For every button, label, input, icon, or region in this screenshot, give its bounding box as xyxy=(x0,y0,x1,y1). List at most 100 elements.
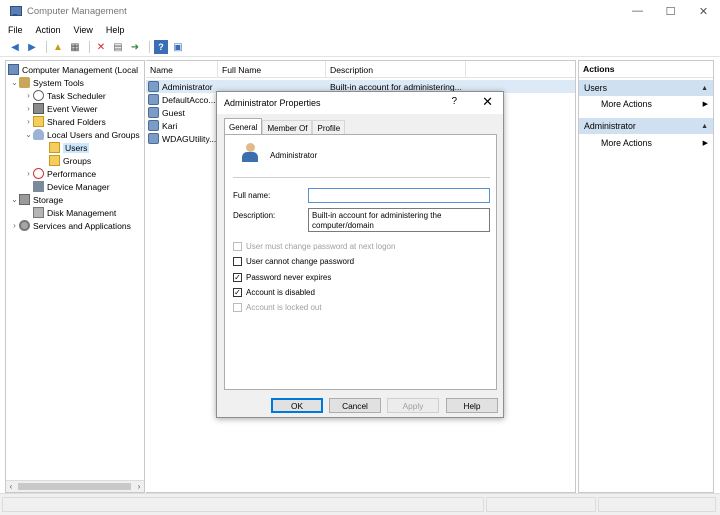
shared-folder-icon xyxy=(33,116,44,127)
tree-item-performance[interactable]: › Performance xyxy=(24,167,96,180)
column-header-description[interactable]: Description xyxy=(326,61,466,78)
dialog-help-button[interactable]: ? xyxy=(451,96,457,107)
tree-item-device-manager[interactable]: Device Manager xyxy=(33,180,110,193)
dialog-close-button[interactable]: ✕ xyxy=(482,94,493,110)
folder-icon xyxy=(49,155,60,166)
checkmark-icon[interactable]: ✓ xyxy=(233,272,242,282)
collapse-chevron-icon[interactable]: ⌄ xyxy=(24,130,33,139)
tree-item-storage[interactable]: ⌄ Storage xyxy=(10,193,63,206)
disk-icon xyxy=(33,207,44,218)
collapse-up-icon[interactable]: ▲ xyxy=(701,123,708,130)
computer-management-icon xyxy=(10,5,22,17)
description-label: Description: xyxy=(233,211,276,220)
expand-chevron-icon[interactable]: › xyxy=(24,117,33,126)
divider xyxy=(233,177,490,178)
toolbar-separator xyxy=(89,41,90,53)
tree-item-services-and-applications[interactable]: › Services and Applications xyxy=(10,219,131,232)
window-controls: — ☐ ✕ xyxy=(621,0,720,22)
collapse-chevron-icon[interactable]: ⌄ xyxy=(10,78,19,87)
apply-button[interactable]: Apply xyxy=(387,398,439,413)
expand-chevron-icon[interactable]: › xyxy=(24,91,33,100)
back-icon[interactable]: ◀ xyxy=(8,40,22,54)
properties-icon[interactable]: ▤ xyxy=(111,40,125,54)
menu-action[interactable]: Action xyxy=(36,25,61,35)
account-name: Administrator xyxy=(270,151,318,160)
checkbox-password-never-expires[interactable]: ✓ Password never expires xyxy=(233,271,331,283)
up-icon[interactable]: ▲ xyxy=(51,40,65,54)
export-icon[interactable]: ➜ xyxy=(128,40,142,54)
device-manager-icon xyxy=(33,181,44,192)
submenu-arrow-icon: ▶ xyxy=(702,140,708,147)
folder-icon xyxy=(49,142,60,153)
tree-item-computer-management[interactable]: Computer Management (Local xyxy=(8,63,138,76)
tree-item-shared-folders[interactable]: › Shared Folders xyxy=(24,115,106,128)
maximize-button[interactable]: ☐ xyxy=(654,0,687,22)
full-name-label: Full name: xyxy=(233,191,271,200)
view-icon[interactable]: ▣ xyxy=(171,40,185,54)
tree-item-groups[interactable]: Groups xyxy=(49,154,91,167)
delete-icon[interactable]: ✕ xyxy=(94,40,108,54)
full-name-field[interactable] xyxy=(308,188,490,203)
checkbox-account-locked-out[interactable]: Account is locked out xyxy=(233,301,322,313)
toolbar: ◀ ▶ ▲ ▦ ✕ ▤ ➜ ? ▣ xyxy=(0,38,720,57)
tree-item-disk-management[interactable]: Disk Management xyxy=(33,206,116,219)
event-viewer-icon xyxy=(33,103,44,114)
tree-item-users[interactable]: Users xyxy=(49,141,90,154)
clock-icon xyxy=(33,90,44,101)
more-actions-users[interactable]: More Actions ▶ xyxy=(579,97,713,111)
checkbox-box[interactable] xyxy=(233,302,242,312)
user-account-icon xyxy=(240,143,260,165)
scroll-left-arrow-icon[interactable]: ‹ xyxy=(6,481,16,492)
scroll-right-arrow-icon[interactable]: › xyxy=(134,481,144,492)
tab-general[interactable]: General xyxy=(224,118,263,135)
collapse-chevron-icon[interactable]: ⌄ xyxy=(10,195,19,204)
column-header-full-name[interactable]: Full Name xyxy=(218,61,326,78)
checkbox-box[interactable] xyxy=(233,241,242,251)
actions-pane: Actions Users ▲ More Actions ▶ Administr… xyxy=(578,60,714,493)
dialog-tabs: General Member Of Profile xyxy=(224,118,346,135)
more-actions-administrator[interactable]: More Actions ▶ xyxy=(579,136,713,150)
close-button[interactable]: ✕ xyxy=(687,0,720,22)
performance-icon xyxy=(33,168,44,179)
scrollbar-thumb[interactable] xyxy=(18,483,131,490)
checkbox-account-disabled[interactable]: ✓ Account is disabled xyxy=(233,286,315,298)
help-icon[interactable]: ? xyxy=(154,40,168,54)
collapse-up-icon[interactable]: ▲ xyxy=(701,85,708,92)
tab-member-of[interactable]: Member Of xyxy=(262,120,313,135)
user-icon xyxy=(148,107,159,118)
expand-chevron-icon[interactable]: › xyxy=(10,221,19,230)
menu-help[interactable]: Help xyxy=(106,25,125,35)
services-icon xyxy=(19,220,30,231)
expand-chevron-icon[interactable]: › xyxy=(24,104,33,113)
window-title: Computer Management xyxy=(27,5,127,17)
column-header-name[interactable]: Name xyxy=(146,61,218,78)
menu-file[interactable]: File xyxy=(8,25,23,35)
minimize-button[interactable]: — xyxy=(621,0,654,22)
tree-item-event-viewer[interactable]: › Event Viewer xyxy=(24,102,97,115)
actions-section-users[interactable]: Users ▲ xyxy=(579,80,713,96)
tab-profile[interactable]: Profile xyxy=(312,120,346,135)
checkmark-icon[interactable]: ✓ xyxy=(233,287,242,297)
submenu-arrow-icon: ▶ xyxy=(702,101,708,108)
show-hide-tree-icon[interactable]: ▦ xyxy=(68,40,82,54)
tree-item-task-scheduler[interactable]: › Task Scheduler xyxy=(24,89,106,102)
cancel-button[interactable]: Cancel xyxy=(329,398,381,413)
storage-icon xyxy=(19,194,30,205)
dialog-title: Administrator Properties xyxy=(224,98,321,108)
checkbox-box[interactable] xyxy=(233,256,242,266)
actions-section-administrator[interactable]: Administrator ▲ xyxy=(579,118,713,134)
console-tree: Computer Management (Local ⌄ System Tool… xyxy=(5,60,145,493)
tree-item-system-tools[interactable]: ⌄ System Tools xyxy=(10,76,84,89)
description-field[interactable]: Built-in account for administering the c… xyxy=(308,208,490,232)
checkbox-cannot-change-password[interactable]: User cannot change password xyxy=(233,255,354,267)
help-button[interactable]: Help xyxy=(446,398,498,413)
user-icon xyxy=(148,133,159,144)
forward-icon[interactable]: ▶ xyxy=(25,40,39,54)
tree-horizontal-scrollbar[interactable]: ‹ › xyxy=(6,480,144,492)
menu-view[interactable]: View xyxy=(74,25,93,35)
expand-chevron-icon[interactable]: › xyxy=(24,169,33,178)
checkbox-must-change-password[interactable]: User must change password at next logon xyxy=(233,240,395,252)
status-panel xyxy=(2,497,484,512)
tree-item-local-users-and-groups[interactable]: ⌄ Local Users and Groups xyxy=(24,128,140,141)
ok-button[interactable]: OK xyxy=(271,398,323,413)
